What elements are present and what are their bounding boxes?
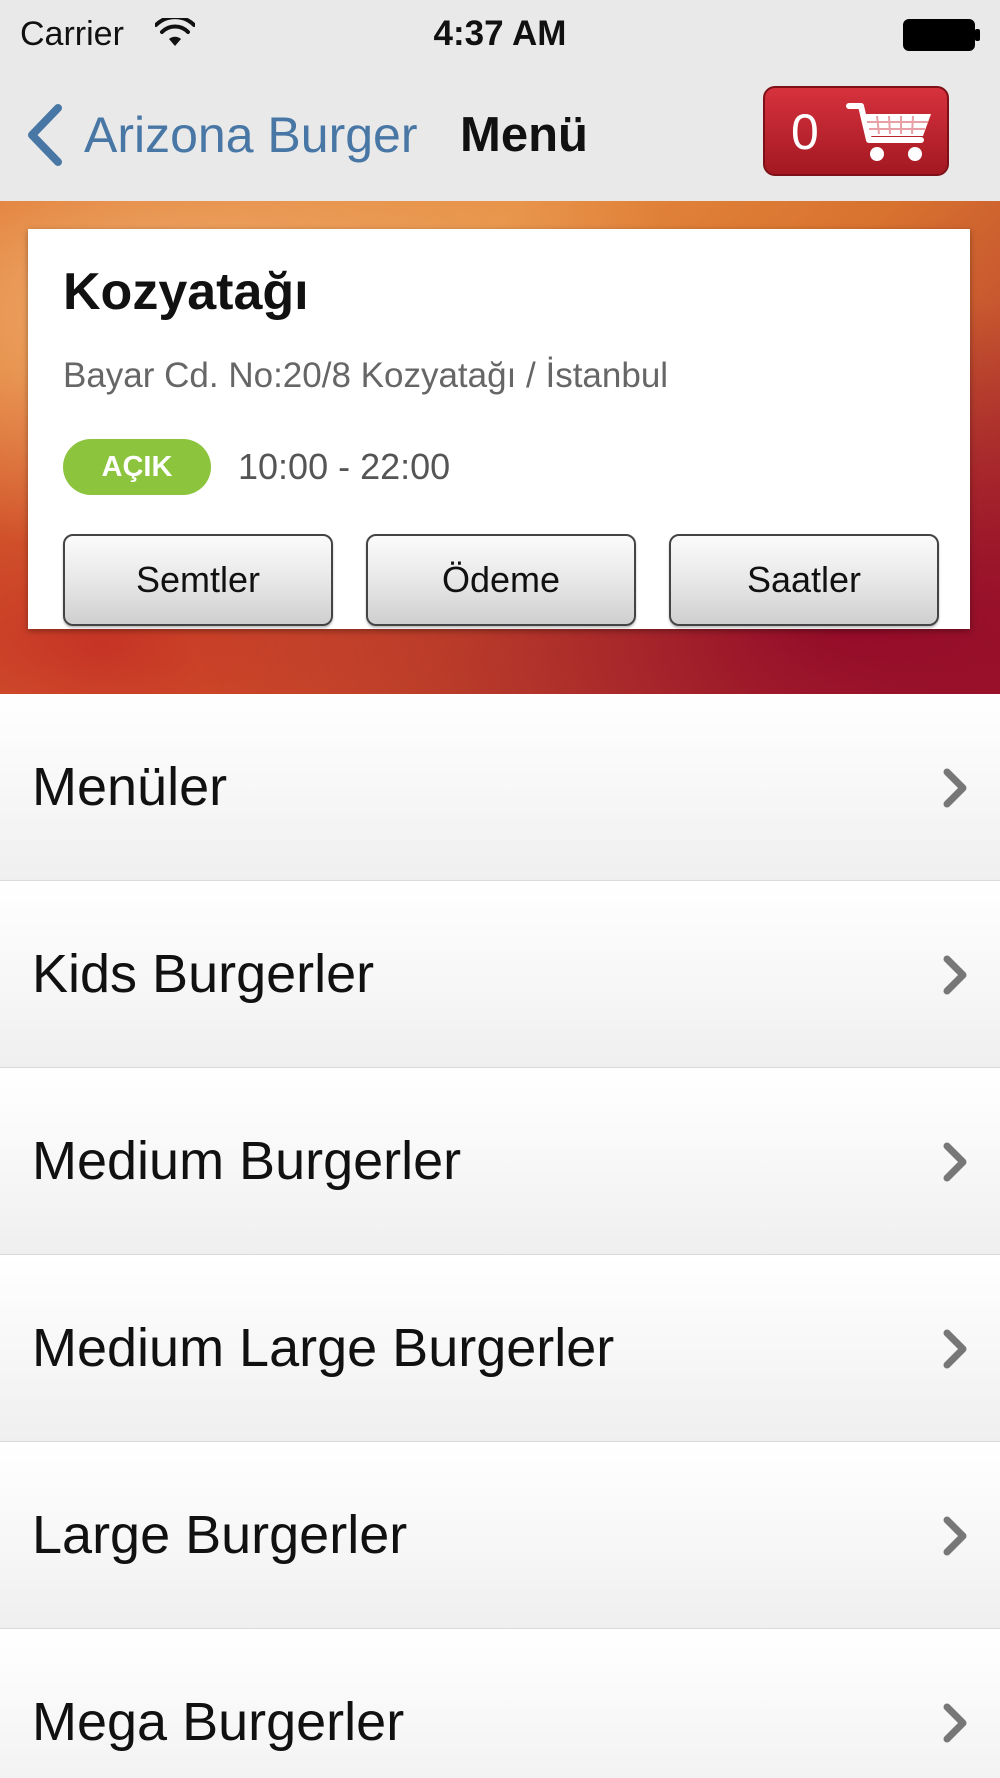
cart-count: 0: [791, 104, 819, 160]
payment-button[interactable]: Ödeme: [366, 534, 636, 626]
back-button[interactable]: Arizona Burger: [24, 100, 418, 170]
chevron-right-icon: [943, 955, 967, 995]
list-item[interactable]: Kids Burgerler: [0, 881, 1000, 1068]
list-item-label: Mega Burgerler: [32, 1692, 405, 1752]
status-badge: AÇIK: [63, 439, 211, 495]
page-title: Menü: [460, 108, 588, 162]
hours-button[interactable]: Saatler: [669, 534, 939, 626]
hero-banner: Kozyatağı Bayar Cd. No:20/8 Kozyatağı / …: [0, 201, 1000, 694]
battery-icon: [903, 19, 980, 51]
menu-category-list: Menüler Kids Burgerler Medium Burgerler …: [0, 694, 1000, 1778]
chevron-right-icon: [943, 1516, 967, 1556]
store-address: Bayar Cd. No:20/8 Kozyatağı / İstanbul: [63, 356, 669, 395]
chevron-left-icon: [28, 104, 62, 166]
list-item-label: Large Burgerler: [32, 1505, 408, 1565]
list-item-label: Medium Burgerler: [32, 1131, 462, 1191]
back-label: Arizona Burger: [84, 107, 418, 163]
store-card: Kozyatağı Bayar Cd. No:20/8 Kozyatağı / …: [28, 229, 970, 629]
districts-button[interactable]: Semtler: [63, 534, 333, 626]
store-hours: 10:00 - 22:00: [238, 446, 451, 487]
store-name: Kozyatağı: [63, 263, 309, 321]
status-bar: Carrier 4:37 AM: [0, 0, 1000, 70]
list-item[interactable]: Mega Burgerler: [0, 1629, 1000, 1778]
chevron-right-icon: [943, 1703, 967, 1743]
cart-button[interactable]: 0: [763, 86, 949, 176]
list-item[interactable]: Medium Burgerler: [0, 1068, 1000, 1255]
list-item[interactable]: Menüler: [0, 694, 1000, 881]
list-item-label: Medium Large Burgerler: [32, 1318, 615, 1378]
list-item-label: Menüler: [32, 757, 228, 817]
chevron-right-icon: [943, 768, 967, 808]
list-item[interactable]: Medium Large Burgerler: [0, 1255, 1000, 1442]
chevron-right-icon: [943, 1329, 967, 1369]
navigation-bar: Arizona Burger Menü 0: [0, 70, 1000, 202]
chevron-right-icon: [943, 1142, 967, 1182]
status-time: 4:37 AM: [433, 14, 567, 53]
list-item-label: Kids Burgerler: [32, 944, 375, 1004]
list-item[interactable]: Large Burgerler: [0, 1442, 1000, 1629]
shopping-cart-icon: [846, 103, 931, 161]
